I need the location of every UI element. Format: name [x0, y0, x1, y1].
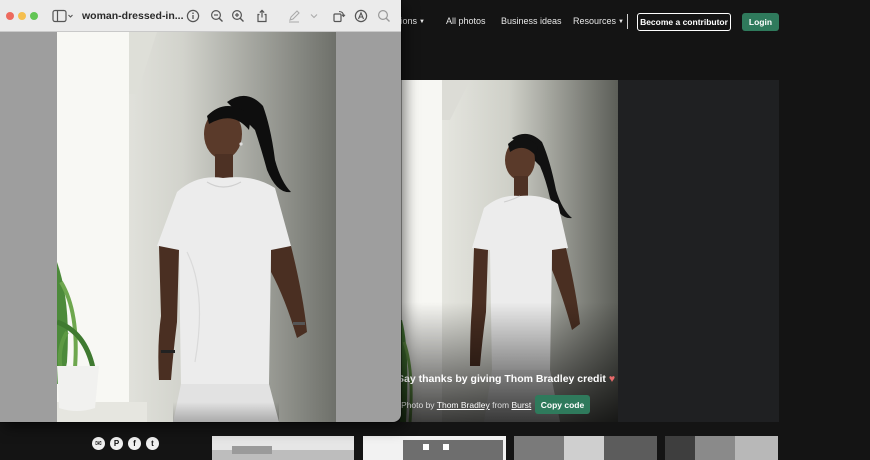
zoom-in-icon[interactable] [230, 8, 246, 24]
info-icon[interactable] [185, 8, 201, 24]
nav-divider [627, 14, 628, 29]
credit-heading: Say thanks by giving Thom Bradley credit… [397, 373, 616, 385]
document-image[interactable] [57, 32, 336, 422]
markup-pen-icon[interactable] [286, 8, 302, 24]
close-window-button[interactable] [6, 12, 14, 20]
become-contributor-button[interactable]: Become a contributor [637, 13, 731, 31]
photographer-link[interactable]: Thom Bradley [437, 400, 490, 410]
heart-icon: ♥ [608, 373, 616, 385]
chevron-down-icon[interactable] [308, 8, 320, 24]
chevron-down-icon: ▼ [618, 19, 624, 25]
social-links: ✉ P f t [92, 437, 159, 450]
nav-item-resources[interactable]: Resources ▼ [573, 16, 624, 26]
pinterest-icon[interactable]: P [110, 437, 123, 450]
photo-credit-line: Photo by Thom Bradley from Burst [401, 400, 532, 410]
chevron-down-icon: ▼ [419, 19, 425, 25]
twitter-icon[interactable]: t [146, 437, 159, 450]
window-title: woman-dressed-in... [82, 10, 184, 22]
nav-item-collections[interactable]: tions ▼ [398, 16, 425, 26]
sidebar-toggle-icon[interactable] [52, 8, 74, 24]
thumbnail-2[interactable] [363, 436, 506, 460]
hero-photo[interactable] [400, 80, 618, 422]
thumbnail-1[interactable] [212, 436, 354, 460]
nav-item-all-photos[interactable]: All photos [446, 16, 486, 26]
fullscreen-window-button[interactable] [30, 12, 38, 20]
minimize-window-button[interactable] [18, 12, 26, 20]
preview-window: woman-dressed-in... [0, 0, 401, 422]
hero-photo-panel [400, 80, 779, 422]
login-button[interactable]: Login [742, 13, 779, 31]
mail-icon[interactable]: ✉ [92, 437, 105, 450]
facebook-icon[interactable]: f [128, 437, 141, 450]
source-link[interactable]: Burst [511, 400, 531, 410]
search-icon[interactable] [376, 8, 392, 24]
thumbnail-4[interactable] [665, 436, 778, 460]
rotate-icon[interactable] [331, 8, 347, 24]
annotate-icon[interactable] [353, 8, 369, 24]
share-icon[interactable] [254, 8, 270, 24]
window-titlebar: woman-dressed-in... [0, 0, 401, 32]
thumbnail-3[interactable] [514, 436, 657, 460]
zoom-out-icon[interactable] [209, 8, 225, 24]
copy-code-button[interactable]: Copy code [535, 395, 590, 414]
nav-item-business-ideas[interactable]: Business ideas [501, 16, 562, 26]
